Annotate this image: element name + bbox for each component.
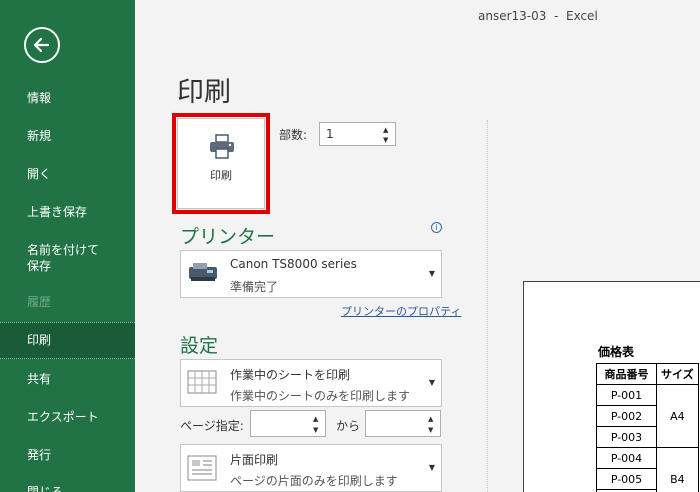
window-title: anser13-03 - Excel (478, 9, 598, 23)
spin-down-icon[interactable]: ▼ (428, 426, 436, 434)
nav-info[interactable]: 情報 (0, 90, 135, 106)
preview-price-table: 商品番号 サイズ P-001 A4 P-002 P-003 P-004 B4 P… (596, 363, 699, 492)
print-button-label: 印刷 (210, 169, 232, 182)
nav-publish[interactable]: 発行 (0, 447, 135, 463)
spin-down-icon[interactable]: ▼ (313, 426, 321, 434)
print-preview-page: 価格表 商品番号 サイズ P-001 A4 P-002 P-003 P-004 … (523, 281, 700, 492)
header-cell: サイズ (656, 363, 699, 385)
info-icon[interactable]: i (431, 222, 442, 233)
sheet-grid-icon (187, 370, 217, 394)
nav-print[interactable]: 印刷 (0, 322, 135, 359)
table-header-row: 商品番号 サイズ (596, 363, 699, 385)
printer-section-title: プリンター (180, 226, 276, 248)
printer-properties-link[interactable]: プリンターのプロパティ (341, 303, 461, 319)
printer-dropdown[interactable]: Canon TS8000 series 準備完了 ▼ (180, 250, 442, 298)
pages-from-input[interactable]: ▲ ▼ (250, 410, 326, 437)
copies-label: 部数: (279, 128, 308, 142)
code-cell: P-002 (596, 405, 657, 427)
nav-history: 履歴 (27, 295, 52, 309)
code-cell: P-004 (596, 447, 657, 469)
sides-main: 片面印刷 (230, 453, 279, 467)
nav-share[interactable]: 共有 (0, 371, 135, 387)
printer-icon (210, 134, 234, 159)
print-what-dropdown[interactable]: 作業中のシートを印刷 作業中のシートのみを印刷します ▼ (180, 359, 442, 407)
code-cell: P-003 (596, 426, 657, 448)
printer-device-icon (189, 263, 217, 281)
spin-up-icon[interactable]: ▲ (428, 415, 436, 423)
spin-up-icon[interactable]: ▲ (383, 126, 391, 134)
settings-section-title: 設定 (180, 335, 219, 357)
printer-status: 準備完了 (230, 280, 279, 294)
copies-input[interactable]: 1 ▲ ▼ (319, 122, 396, 146)
spin-up-icon[interactable]: ▲ (313, 415, 321, 423)
nav-close[interactable]: 閉じる (0, 484, 135, 492)
print-what-sub: 作業中のシートのみを印刷します (230, 389, 411, 403)
printer-name: Canon TS8000 series (230, 257, 357, 271)
pages-label: ページ指定: (180, 419, 244, 433)
backstage-sidebar: 情報 新規 開く 上書き保存 名前を付けて 保存 履歴 印刷 共有 エクスポート… (0, 0, 135, 492)
sides-dropdown[interactable]: 片面印刷 ページの片面のみを印刷します ▼ (180, 444, 442, 492)
print-button[interactable]: 印刷 (177, 118, 265, 209)
pages-to-input[interactable]: ▲ ▼ (365, 410, 441, 437)
table-row: P-001 A4 (596, 384, 699, 448)
sides-sub: ページの片面のみを印刷します (230, 474, 398, 488)
copies-value: 1 (326, 127, 334, 141)
nav-open[interactable]: 開く (0, 166, 135, 182)
code-cell: P-005 (596, 468, 657, 490)
back-button[interactable] (24, 27, 60, 63)
chevron-down-icon: ▼ (428, 378, 435, 387)
nav-save-as-line2: 保存 (27, 259, 52, 273)
nav-new[interactable]: 新規 (0, 128, 135, 144)
print-what-main: 作業中のシートを印刷 (230, 368, 351, 382)
pane-divider (487, 120, 488, 492)
preview-sheet-title: 価格表 (598, 345, 635, 359)
one-sided-page-icon (187, 455, 217, 481)
nav-save-as[interactable]: 名前を付けて 保存 (0, 242, 135, 274)
size-cell: B4 (656, 447, 699, 492)
table-row: P-004 B4 (596, 447, 699, 492)
spin-down-icon[interactable]: ▼ (383, 136, 391, 144)
header-cell: 商品番号 (596, 363, 657, 385)
nav-export[interactable]: エクスポート (0, 409, 135, 425)
nav-save[interactable]: 上書き保存 (0, 204, 135, 220)
code-cell: P-001 (596, 384, 657, 406)
to-label: から (336, 419, 361, 433)
arrow-left-icon (33, 37, 50, 53)
page-title: 印刷 (177, 77, 231, 108)
size-cell: A4 (656, 384, 699, 448)
chevron-down-icon: ▼ (428, 463, 435, 472)
chevron-down-icon: ▼ (428, 269, 435, 278)
nav-save-as-line1: 名前を付けて (27, 243, 100, 257)
